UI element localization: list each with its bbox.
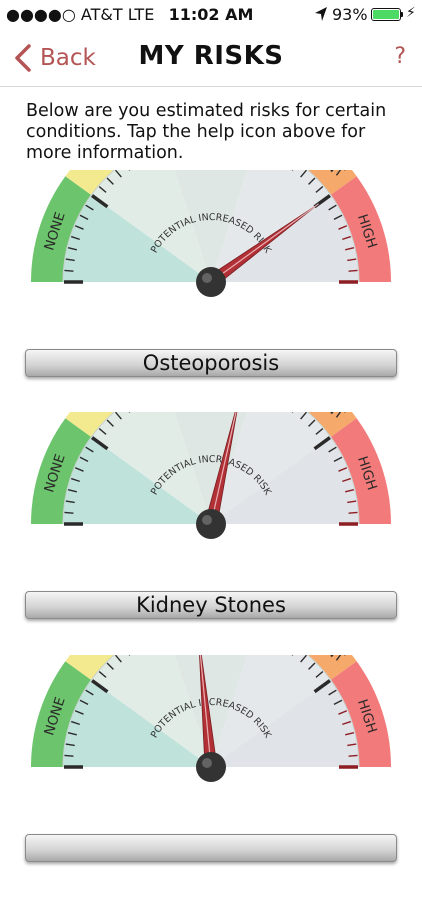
needle-hub [196,267,226,297]
risk-gauge: NONESLIGHTMODERATESIGNIFICANTHIGHPOTENTI… [0,655,422,900]
gauge-nameplate[interactable]: Kidney Stones [25,591,397,619]
battery-icon [371,8,401,21]
page-title: MY RISKS [0,30,422,86]
condition-name: Osteoporosis [26,351,396,375]
status-bar: ●●●●○ AT&T LTE 11:02 AM 93% ⚡ [0,0,422,30]
gauge-nameplate[interactable] [25,834,397,862]
condition-name: Kidney Stones [26,593,396,617]
gauge-nameplate[interactable]: Osteoporosis [25,349,397,377]
help-button[interactable]: ? [394,30,406,86]
risk-gauge: NONESLIGHTMODERATESIGNIFICANTHIGHPOTENTI… [0,412,422,657]
needle-hub [196,509,226,539]
risk-gauge: NONESLIGHTMODERATESIGNIFICANTHIGHPOTENTI… [0,170,422,415]
battery-percent: 93% [332,5,368,24]
location-arrow-icon [314,6,328,22]
needle-hub [196,752,226,782]
navigation-bar: Back MY RISKS ? [0,30,422,87]
charging-icon: ⚡ [406,5,416,21]
intro-text: Below are you estimated risks for certai… [26,101,406,164]
